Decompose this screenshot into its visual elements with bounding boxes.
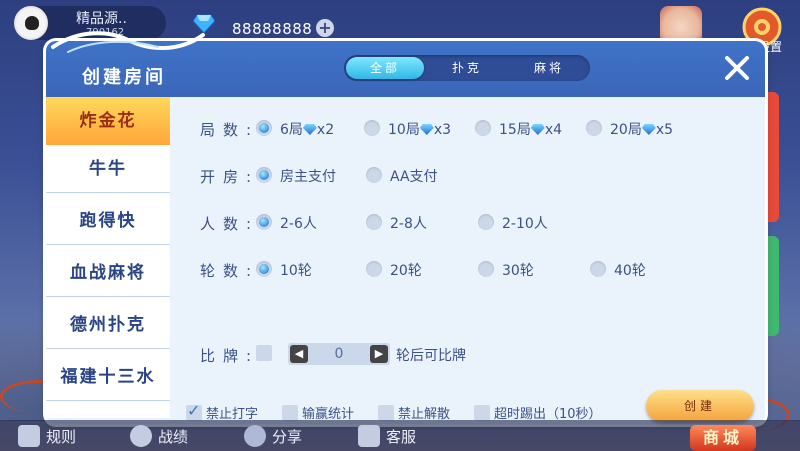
- turns-label: 轮数:: [200, 262, 260, 280]
- rounds-option-15[interactable]: 15局 x4: [499, 119, 562, 139]
- create-room-dialog: 创建房间 全部 扑克 麻将 炸金花 牛牛 跑得快 血战麻将 德州扑克 福建十三水…: [46, 41, 765, 424]
- payment-label: 开房:: [200, 168, 260, 186]
- tab-mahjong[interactable]: 麻将: [510, 57, 588, 79]
- players-label: 人数:: [200, 215, 260, 233]
- add-diamonds-button[interactable]: +: [316, 19, 334, 37]
- game-item-zhajinhua[interactable]: 炸金花: [46, 97, 170, 145]
- tab-poker[interactable]: 扑克: [428, 57, 506, 79]
- record-icon: [130, 425, 152, 447]
- game-item-xuezhan-mahjong[interactable]: 血战麻将: [46, 249, 170, 297]
- game-item-texas-poker[interactable]: 德州扑克: [46, 301, 170, 349]
- room-options: 局数: 6局 x2 10局 x3 15局 x4 20局 x5 开房: 房主支付 AA支付…: [170, 97, 765, 422]
- payment-radio-owner[interactable]: [256, 167, 272, 183]
- compare-stepper: ◀ 0 ▶: [288, 343, 390, 365]
- players-option-2-6[interactable]: 2-6人: [280, 213, 317, 233]
- compare-value: 0: [334, 346, 344, 362]
- increment-button[interactable]: ▶: [370, 345, 388, 363]
- payment-option-owner[interactable]: 房主支付: [280, 166, 336, 186]
- turns-option-30[interactable]: 30轮: [502, 260, 534, 280]
- shop-button[interactable]: 商城: [690, 425, 756, 451]
- players-option-2-8[interactable]: 2-8人: [390, 213, 427, 233]
- compare-suffix: 轮后可比牌: [396, 348, 466, 364]
- cloud-ornament-icon: [51, 31, 205, 53]
- players-radio-2-10[interactable]: [478, 214, 494, 230]
- turns-radio-40[interactable]: [590, 261, 606, 277]
- compare-checkbox[interactable]: [256, 345, 272, 361]
- checkbox-timeout-kick[interactable]: [474, 405, 490, 421]
- tab-all[interactable]: 全部: [346, 57, 424, 79]
- rounds-option-6[interactable]: 6局 x2: [280, 119, 334, 139]
- record-button[interactable]: 战绩: [130, 422, 188, 450]
- compare-label: 比牌:: [200, 347, 260, 365]
- create-button[interactable]: 创建: [646, 390, 754, 422]
- checkbox-win-stats[interactable]: [282, 405, 298, 421]
- share-icon: [244, 425, 266, 447]
- dialog-title: 创建房间: [82, 67, 166, 88]
- category-tabs: 全部 扑克 麻将: [344, 55, 590, 81]
- side-banner-red[interactable]: [765, 92, 779, 222]
- game-item-niuniu[interactable]: 牛牛: [46, 145, 170, 193]
- diamond-icon: [641, 124, 656, 135]
- turns-option-20[interactable]: 20轮: [390, 260, 422, 280]
- rounds-radio-15[interactable]: [475, 120, 491, 136]
- game-item-fujian-13[interactable]: 福建十三水: [46, 353, 170, 401]
- customer-service-icon: [358, 425, 380, 447]
- checkbox-no-dismiss[interactable]: [378, 405, 394, 421]
- rounds-radio-10[interactable]: [364, 120, 380, 136]
- diamond-count: 88888888: [232, 20, 313, 38]
- share-button[interactable]: 分享: [244, 422, 302, 450]
- diamond-icon: [530, 124, 545, 135]
- turns-option-40[interactable]: 40轮: [614, 260, 646, 280]
- rounds-radio-20[interactable]: [586, 120, 602, 136]
- turns-radio-20[interactable]: [366, 261, 382, 277]
- players-option-2-10[interactable]: 2-10人: [502, 213, 548, 233]
- lucky-cat-icon[interactable]: [660, 6, 702, 44]
- game-list: 炸金花 牛牛 跑得快 血战麻将 德州扑克 福建十三水: [46, 97, 170, 418]
- checkbox-no-typing[interactable]: [186, 401, 202, 421]
- players-radio-2-8[interactable]: [366, 214, 382, 230]
- game-item-paodekuai[interactable]: 跑得快: [46, 197, 170, 245]
- players-radio-2-6[interactable]: [256, 214, 272, 230]
- rules-button[interactable]: 规则: [18, 422, 76, 450]
- service-button[interactable]: 客服: [358, 422, 416, 450]
- side-banner-green[interactable]: [765, 236, 779, 336]
- close-icon[interactable]: [724, 55, 750, 81]
- avatar[interactable]: [14, 6, 48, 40]
- turns-radio-30[interactable]: [478, 261, 494, 277]
- rounds-radio-6[interactable]: [256, 120, 272, 136]
- diamond-icon: [419, 124, 434, 135]
- turns-option-10[interactable]: 10轮: [280, 260, 312, 280]
- decrement-button[interactable]: ◀: [290, 345, 308, 363]
- rounds-option-20[interactable]: 20局 x5: [610, 119, 673, 139]
- payment-option-aa[interactable]: AA支付: [390, 166, 438, 186]
- book-icon: [18, 425, 40, 447]
- rounds-label: 局数:: [200, 121, 260, 139]
- rounds-option-10[interactable]: 10局 x3: [388, 119, 451, 139]
- turns-radio-10[interactable]: [256, 261, 272, 277]
- payment-radio-aa[interactable]: [366, 167, 382, 183]
- diamond-icon: [302, 124, 317, 135]
